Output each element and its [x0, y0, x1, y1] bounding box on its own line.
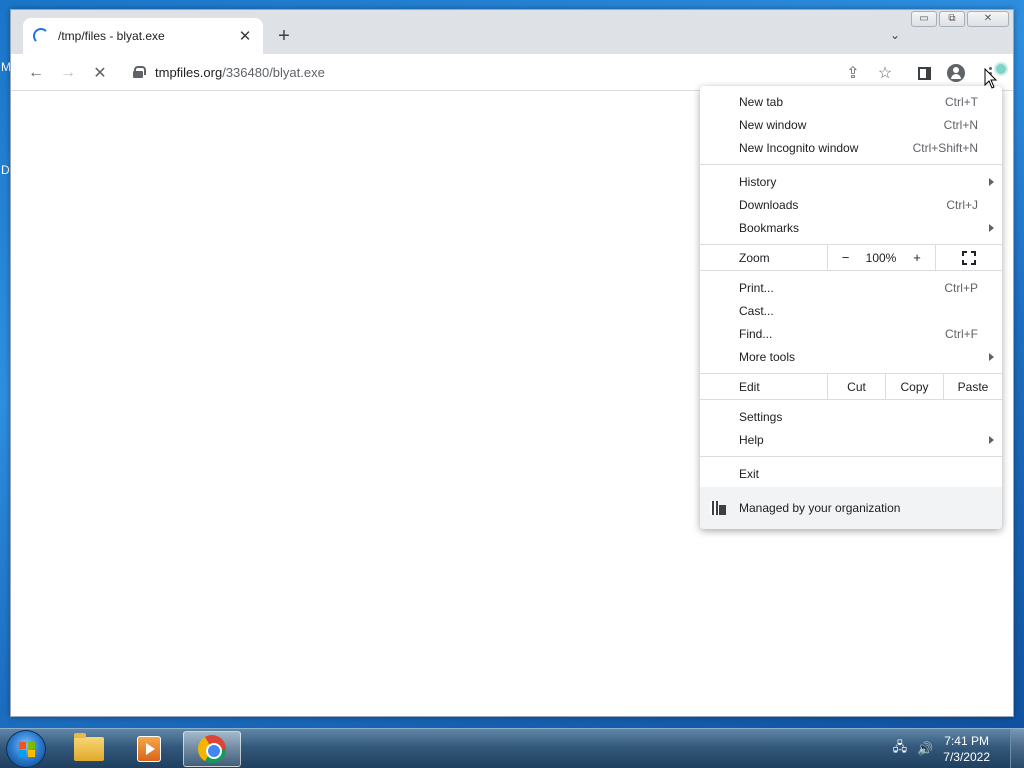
- fullscreen-icon: [961, 250, 976, 265]
- media-player-icon: [137, 736, 161, 762]
- menu-item-cast[interactable]: Cast...: [700, 299, 1002, 322]
- menu-item-label: Exit: [739, 466, 760, 481]
- desktop-icon-label-fragment: D: [1, 163, 10, 177]
- tab-strip: /tmp/files - blyat.exe ✕ + ⌄ ▭ ⧉ ✕: [11, 10, 1013, 54]
- menu-item-label: History: [739, 174, 777, 189]
- tab-close-icon[interactable]: ✕: [237, 27, 253, 45]
- new-tab-button[interactable]: +: [273, 26, 295, 48]
- edit-label: Edit: [739, 379, 760, 394]
- menu-item-new-window[interactable]: New window Ctrl+N: [700, 113, 1002, 136]
- address-bar[interactable]: tmpfiles.org/336480/blyat.exe: [123, 58, 893, 86]
- zoom-in-button[interactable]: +: [899, 245, 935, 270]
- building-icon: [710, 501, 726, 515]
- menu-item-label: New tab: [739, 94, 784, 109]
- menu-item-settings[interactable]: Settings: [700, 405, 1002, 428]
- menu-separator: [700, 399, 1002, 400]
- close-window-button[interactable]: ✕: [967, 11, 1009, 27]
- menu-separator: [700, 164, 1002, 165]
- menu-item-label: Cast...: [739, 303, 774, 318]
- submenu-arrow-icon: [989, 353, 994, 361]
- submenu-arrow-icon: [989, 178, 994, 186]
- show-desktop-button[interactable]: [1010, 729, 1024, 768]
- url-text[interactable]: tmpfiles.org/336480/blyat.exe: [155, 65, 325, 80]
- volume-icon[interactable]: 🔊: [917, 741, 933, 757]
- menu-item-history[interactable]: History: [700, 170, 1002, 193]
- tab-active[interactable]: /tmp/files - blyat.exe ✕: [23, 18, 263, 54]
- fullscreen-button[interactable]: [935, 245, 1001, 270]
- lock-icon[interactable]: [133, 66, 146, 78]
- menu-separator: [700, 456, 1002, 457]
- submenu-arrow-icon: [989, 224, 994, 232]
- stop-loading-button[interactable]: ✕: [87, 60, 113, 86]
- menu-item-shortcut: Ctrl+T: [945, 94, 978, 109]
- avatar-icon: [947, 64, 965, 82]
- menu-item-bookmarks[interactable]: Bookmarks: [700, 216, 1002, 239]
- window-controls: ▭ ⧉ ✕: [911, 11, 1009, 27]
- cut-button[interactable]: Cut: [827, 374, 885, 399]
- menu-item-label: More tools: [739, 349, 796, 364]
- taskbar: 🖧 🔊 7:41 PM 7/3/2022: [0, 728, 1024, 768]
- menu-item-help[interactable]: Help: [700, 428, 1002, 451]
- managed-by-org-item[interactable]: Managed by your organization: [700, 487, 1002, 529]
- menu-item-downloads[interactable]: Downloads Ctrl+J: [700, 193, 1002, 216]
- menu-item-shortcut: Ctrl+P: [944, 280, 978, 295]
- zoom-level: 100%: [865, 250, 897, 265]
- menu-item-label: New window: [739, 117, 807, 132]
- start-button[interactable]: [6, 730, 46, 768]
- folder-icon: [74, 733, 104, 761]
- url-path: /336480/blyat.exe: [222, 64, 325, 80]
- menu-item-new-tab[interactable]: New tab Ctrl+T: [700, 90, 1002, 113]
- network-icon[interactable]: 🖧: [893, 738, 908, 760]
- menu-item-label: Bookmarks: [739, 220, 800, 235]
- taskbar-media-player[interactable]: [120, 731, 178, 767]
- menu-item-new-incognito[interactable]: New Incognito window Ctrl+Shift+N: [700, 136, 1002, 159]
- mouse-cursor-icon: [984, 68, 998, 89]
- minimize-button[interactable]: ▭: [911, 11, 937, 27]
- chrome-main-menu: New tab Ctrl+T New window Ctrl+N New Incog…: [700, 86, 1002, 529]
- menu-item-label: Settings: [739, 409, 783, 424]
- share-icon[interactable]: ⇪: [840, 60, 866, 86]
- chrome-icon: [198, 735, 226, 763]
- system-tray: 🖧 🔊 7:41 PM 7/3/2022: [893, 729, 1024, 768]
- tab-title: /tmp/files - blyat.exe: [58, 29, 165, 43]
- zoom-label: Zoom: [739, 250, 770, 265]
- clock-time: 7:41 PM: [944, 734, 989, 748]
- loading-spinner-icon: [33, 28, 49, 44]
- clock[interactable]: 7:41 PM 7/3/2022: [943, 733, 990, 765]
- menu-item-label: New Incognito window: [739, 140, 859, 155]
- menu-item-label: Downloads: [739, 197, 799, 212]
- menu-item-shortcut: Ctrl+N: [943, 117, 978, 132]
- clock-date: 7/3/2022: [943, 750, 990, 764]
- side-panel-icon[interactable]: [911, 60, 937, 86]
- back-button[interactable]: ←: [23, 60, 49, 86]
- submenu-arrow-icon: [989, 436, 994, 444]
- menu-item-label: Find...: [739, 326, 773, 341]
- menu-item-find[interactable]: Find... Ctrl+F: [700, 322, 1002, 345]
- url-host: tmpfiles.org: [155, 64, 223, 80]
- managed-label: Managed by your organization: [739, 501, 901, 515]
- paste-button[interactable]: Paste: [943, 374, 1002, 399]
- profile-button[interactable]: [943, 60, 969, 86]
- menu-item-more-tools[interactable]: More tools: [700, 345, 1002, 368]
- forward-button[interactable]: →: [55, 60, 81, 86]
- restore-button[interactable]: ⧉: [939, 11, 965, 27]
- menu-item-shortcut: Ctrl+J: [946, 197, 978, 212]
- zoom-out-button[interactable]: −: [827, 245, 863, 270]
- menu-item-shortcut: Ctrl+Shift+N: [912, 140, 978, 155]
- menu-row-edit: Edit Cut Copy Paste: [700, 374, 1002, 399]
- menu-item-exit[interactable]: Exit: [700, 462, 1002, 485]
- menu-separator: [700, 270, 1002, 271]
- bookmark-star-icon[interactable]: ☆: [872, 60, 898, 86]
- taskbar-explorer[interactable]: [60, 731, 118, 767]
- taskbar-chrome[interactable]: [183, 731, 241, 767]
- copy-button[interactable]: Copy: [885, 374, 943, 399]
- tab-search-button[interactable]: ⌄: [887, 28, 903, 44]
- menu-item-label: Help: [739, 432, 764, 447]
- menu-item-shortcut: Ctrl+F: [945, 326, 978, 341]
- menu-item-print[interactable]: Print... Ctrl+P: [700, 276, 1002, 299]
- menu-row-zoom: Zoom − 100% +: [700, 245, 1002, 270]
- menu-item-label: Print...: [739, 280, 774, 295]
